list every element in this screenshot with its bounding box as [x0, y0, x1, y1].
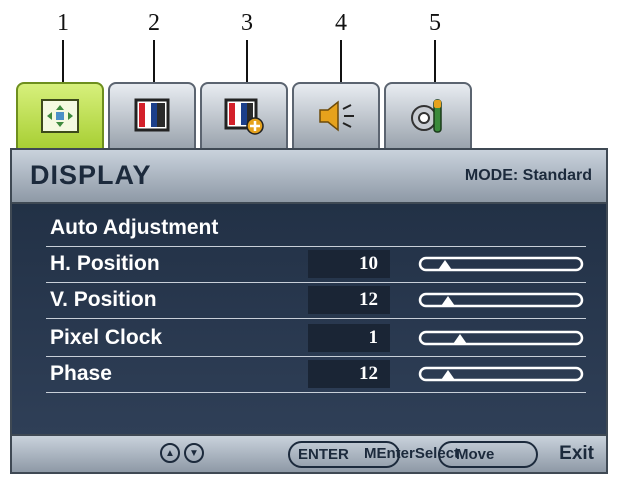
picture-icon — [134, 98, 170, 132]
tab-bar — [10, 78, 608, 148]
slider-thumb[interactable] — [441, 296, 455, 306]
menu-item-value: 12 — [308, 360, 390, 388]
phase-slider[interactable] — [418, 362, 586, 388]
menu-item-label: Pixel Clock — [50, 326, 163, 349]
menu-item-v-position[interactable]: V. Position 12 — [46, 284, 586, 319]
display-icon — [41, 99, 79, 133]
tab-audio[interactable] — [292, 82, 380, 148]
slider-thumb[interactable] — [441, 370, 455, 380]
menu-item-label: Phase — [50, 362, 112, 385]
slider-thumb[interactable] — [453, 334, 467, 344]
footer-overlay-text: MEnterSelect — [364, 445, 460, 462]
menu-item-label: H. Position — [50, 252, 160, 275]
picture-advanced-icon — [224, 98, 264, 135]
slider-track — [418, 330, 584, 346]
v-position-slider[interactable] — [418, 288, 586, 314]
callout-4: 4 — [335, 10, 347, 36]
menu-item-value: 12 — [308, 286, 390, 314]
menu-item-auto-adjustment[interactable]: Auto Adjustment — [46, 212, 586, 247]
callout-5: 5 — [429, 10, 441, 36]
menu-item-phase[interactable]: Phase 12 — [46, 358, 586, 393]
settings-panel: Auto Adjustment H. Position 10 V. Positi… — [10, 204, 608, 434]
menu-item-h-position[interactable]: H. Position 10 — [46, 248, 586, 283]
menu-item-label: Auto Adjustment — [50, 216, 219, 239]
tab-system[interactable] — [384, 82, 472, 148]
callout-1: 1 — [57, 10, 69, 36]
menu-item-value: 1 — [308, 324, 390, 352]
down-arrow-button[interactable]: ▼ — [184, 443, 204, 463]
tab-picture-advanced[interactable] — [200, 82, 288, 148]
tab-display[interactable] — [16, 82, 104, 148]
callout-2: 2 — [148, 10, 160, 36]
pixel-clock-slider[interactable] — [418, 326, 586, 352]
page-title: DISPLAY — [30, 160, 152, 190]
mode-indicator: MODE: Standard — [464, 167, 592, 184]
exit-button[interactable]: Exit — [559, 443, 594, 465]
audio-icon — [319, 100, 354, 132]
menu-footer: ▲ ▼ ENTER Move MEnterSelect Exit — [10, 434, 608, 474]
menu-item-label: V. Position — [50, 288, 157, 311]
h-position-slider[interactable] — [418, 252, 586, 278]
menu-item-value: 10 — [308, 250, 390, 278]
osd-menu: DISPLAY MODE: Standard Auto Adjustment H… — [10, 78, 608, 476]
slider-thumb[interactable] — [438, 260, 452, 270]
up-arrow-button[interactable]: ▲ — [160, 443, 180, 463]
callout-3: 3 — [241, 10, 253, 36]
tab-picture[interactable] — [108, 82, 196, 148]
menu-header: DISPLAY MODE: Standard — [10, 148, 608, 204]
system-icon — [411, 99, 442, 133]
menu-item-pixel-clock[interactable]: Pixel Clock 1 — [46, 322, 586, 357]
